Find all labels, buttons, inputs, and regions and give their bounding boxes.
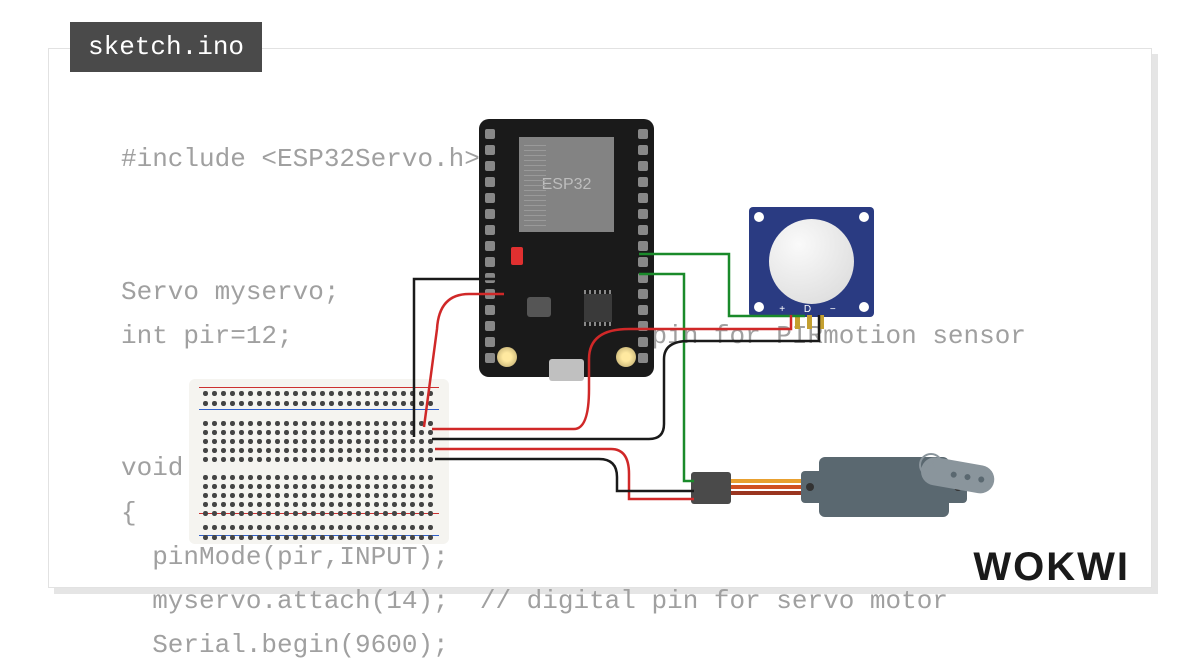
project-card: #include <ESP32Servo.h> Servo myservo; i… xyxy=(48,48,1152,588)
circuit-diagram[interactable]: ESP32 + D − xyxy=(189,129,1089,569)
filename-tab[interactable]: sketch.ino xyxy=(70,22,262,72)
filename-label: sketch.ino xyxy=(88,32,244,62)
wokwi-logo: WOKWI xyxy=(973,545,1130,590)
wires-layer xyxy=(189,129,1089,569)
